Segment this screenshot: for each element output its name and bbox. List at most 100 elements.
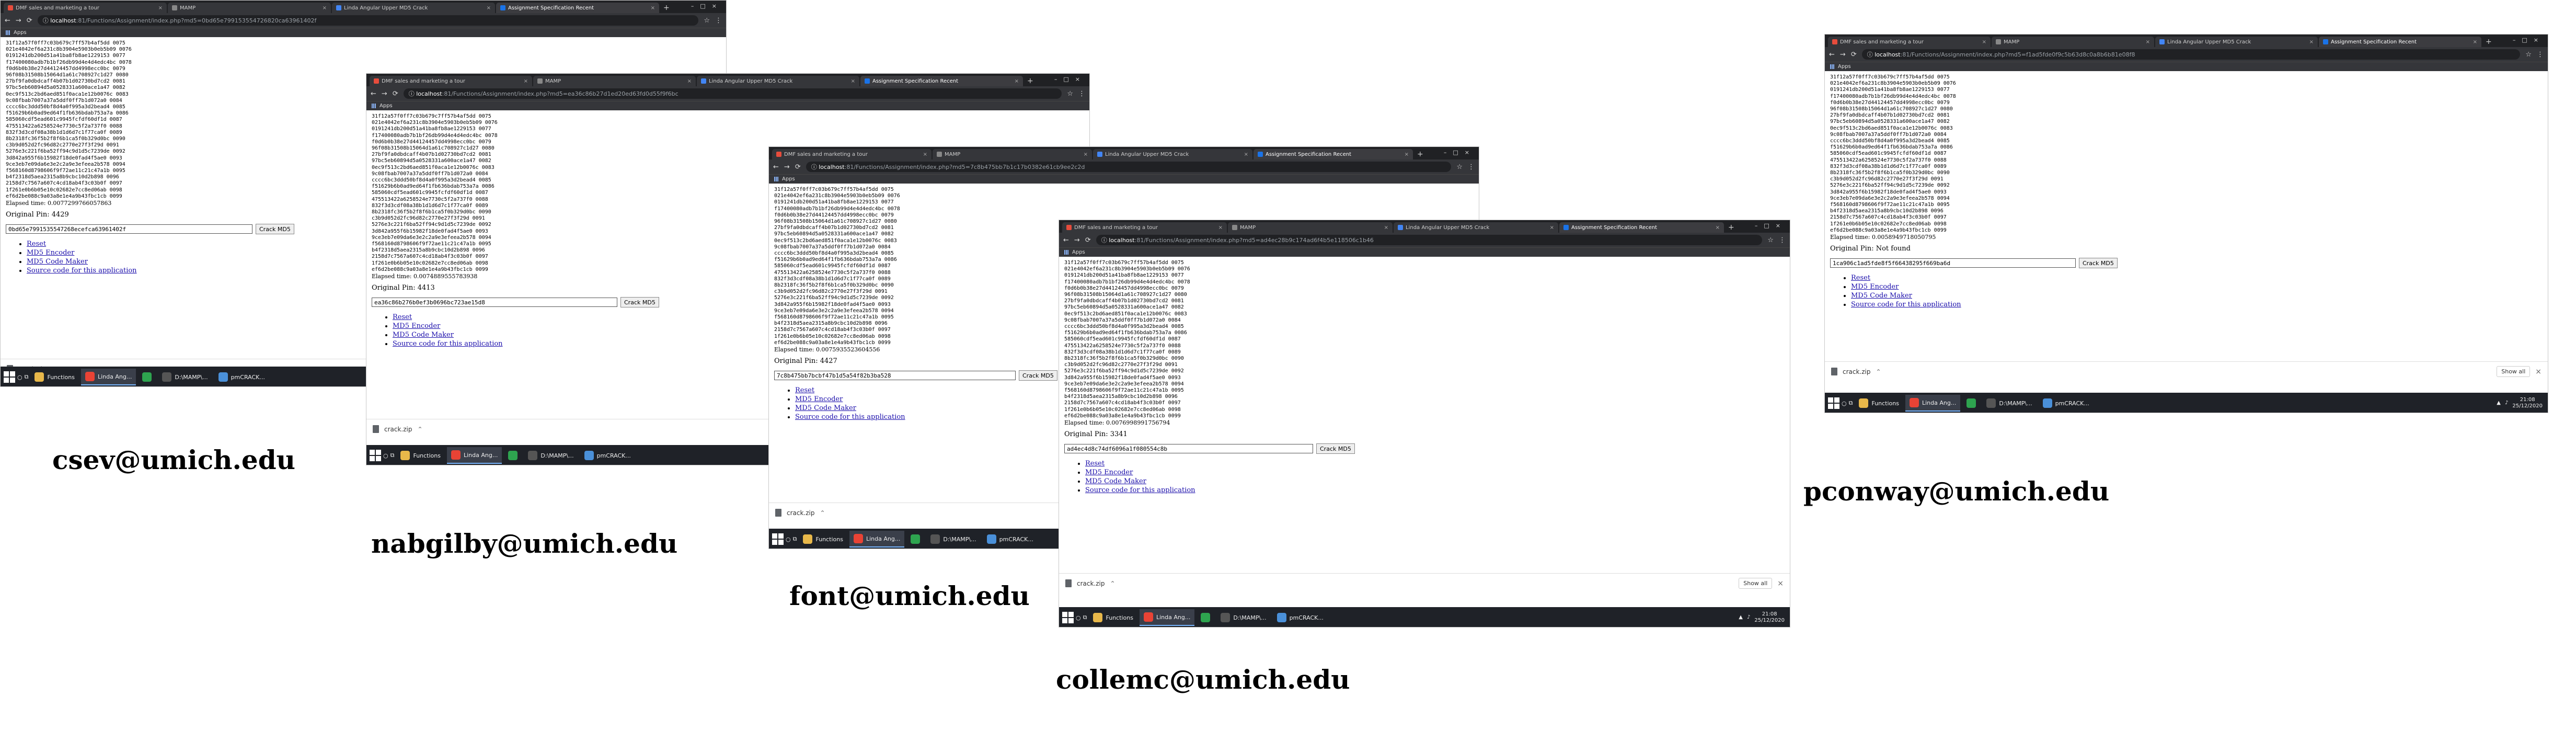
forward-icon[interactable]: → bbox=[1840, 51, 1846, 59]
crack-md5-button[interactable]: Crack MD5 bbox=[2079, 258, 2118, 269]
search-icon[interactable]: ○ bbox=[17, 374, 22, 381]
source-code-link[interactable]: Source code for this application bbox=[1085, 486, 1195, 494]
taskbar-item[interactable]: Functions bbox=[799, 531, 847, 547]
close-tab-icon[interactable]: × bbox=[684, 78, 692, 84]
md5-input[interactable] bbox=[6, 224, 252, 234]
taskbar-item[interactable]: Functions bbox=[1855, 395, 1903, 412]
window-controls-icon[interactable]: –□× bbox=[1054, 76, 1086, 83]
windows-start-icon[interactable] bbox=[772, 533, 784, 545]
taskbar-item[interactable]: D:\MAMP\... bbox=[1982, 395, 2036, 412]
md5-encoder-link[interactable]: MD5 Encoder bbox=[795, 395, 843, 403]
download-filename[interactable]: crack.zip bbox=[1843, 368, 1871, 375]
close-tab-icon[interactable]: × bbox=[1241, 152, 1248, 157]
reset-link[interactable]: Reset bbox=[1085, 460, 1105, 467]
taskbar-item[interactable] bbox=[906, 531, 924, 547]
close-tab-icon[interactable]: × bbox=[1712, 225, 1720, 231]
crack-md5-button[interactable]: Crack MD5 bbox=[256, 224, 294, 235]
taskbar-item[interactable]: pmCRACK... bbox=[2039, 395, 2094, 412]
close-tab-icon[interactable]: × bbox=[319, 5, 327, 11]
back-icon[interactable]: ← bbox=[371, 90, 376, 98]
browser-tab[interactable]: DMF sales and marketing a tour × bbox=[772, 149, 932, 159]
taskbar-item[interactable]: pmCRACK... bbox=[580, 447, 635, 464]
md5-code-maker-link[interactable]: MD5 Code Maker bbox=[1851, 292, 1912, 300]
forward-icon[interactable]: → bbox=[382, 90, 387, 98]
windows-start-icon[interactable] bbox=[4, 371, 15, 383]
crack-md5-button[interactable]: Crack MD5 bbox=[1019, 370, 1057, 381]
task-view-icon[interactable]: ⧉ bbox=[25, 373, 29, 381]
close-tab-icon[interactable]: × bbox=[2143, 39, 2150, 45]
search-icon[interactable]: ○ bbox=[1076, 614, 1081, 621]
show-all-button[interactable]: Show all bbox=[2497, 366, 2531, 377]
windows-start-icon[interactable] bbox=[1828, 397, 1839, 409]
md5-code-maker-link[interactable]: MD5 Code Maker bbox=[795, 404, 856, 412]
windows-start-icon[interactable] bbox=[370, 450, 381, 461]
reload-icon[interactable]: ⟳ bbox=[393, 90, 398, 98]
source-code-link[interactable]: Source code for this application bbox=[27, 267, 137, 275]
address-bar[interactable]: ⓘ localhost:81/Functions/Assignment/inde… bbox=[1096, 235, 1763, 245]
md5-encoder-link[interactable]: MD5 Encoder bbox=[1851, 283, 1899, 291]
taskbar-item[interactable]: Functions bbox=[1089, 609, 1137, 626]
close-tab-icon[interactable]: × bbox=[155, 5, 163, 11]
taskbar-item-active[interactable]: Linda Ang... bbox=[849, 531, 905, 547]
browser-tab-active[interactable]: Assignment Specification Recent × bbox=[2319, 37, 2481, 47]
new-tab-icon[interactable]: + bbox=[1725, 223, 1738, 233]
star-icon[interactable]: ☆ bbox=[1767, 236, 1774, 244]
forward-icon[interactable]: → bbox=[1074, 236, 1080, 244]
star-icon[interactable]: ☆ bbox=[1456, 163, 1463, 171]
forward-icon[interactable]: → bbox=[16, 17, 21, 25]
search-icon[interactable]: ○ bbox=[1842, 400, 1847, 407]
md5-input[interactable] bbox=[1830, 258, 2076, 268]
reload-icon[interactable]: ⟳ bbox=[1851, 51, 1857, 59]
browser-tab[interactable]: DMF sales and marketing a tour × bbox=[1828, 37, 1991, 47]
taskbar-item[interactable] bbox=[1197, 609, 1214, 626]
close-tab-icon[interactable]: × bbox=[1011, 78, 1019, 84]
browser-tab[interactable]: MAMP × bbox=[168, 3, 331, 13]
browser-tab[interactable]: DMF sales and marketing a tour × bbox=[4, 3, 167, 13]
menu-icon[interactable]: ⋮ bbox=[1468, 163, 1475, 171]
reset-link[interactable]: Reset bbox=[27, 240, 46, 248]
md5-code-maker-link[interactable]: MD5 Code Maker bbox=[1085, 477, 1146, 485]
close-icon[interactable]: × bbox=[2535, 368, 2542, 376]
close-tab-icon[interactable]: × bbox=[1979, 39, 1986, 45]
window-controls-icon[interactable]: –□× bbox=[2513, 37, 2545, 43]
volume-icon[interactable]: ♪ bbox=[1747, 614, 1750, 621]
window-controls-icon[interactable]: –□× bbox=[1755, 222, 1787, 229]
back-icon[interactable]: ← bbox=[1063, 236, 1069, 244]
new-tab-icon[interactable]: + bbox=[2482, 38, 2495, 47]
address-bar[interactable]: ⓘ localhost:81/Functions/Assignment/inde… bbox=[806, 162, 1452, 172]
star-icon[interactable]: ☆ bbox=[2525, 51, 2532, 59]
taskbar-item[interactable]: Functions bbox=[396, 447, 445, 464]
star-icon[interactable]: ☆ bbox=[1067, 90, 1073, 98]
apps-label[interactable]: Apps bbox=[782, 176, 795, 182]
md5-input[interactable] bbox=[372, 298, 617, 307]
close-tab-icon[interactable]: × bbox=[2470, 39, 2477, 45]
back-icon[interactable]: ← bbox=[5, 17, 10, 25]
taskbar-item[interactable]: pmCRACK... bbox=[1273, 609, 1328, 626]
close-tab-icon[interactable]: × bbox=[484, 5, 491, 11]
reset-link[interactable]: Reset bbox=[1851, 274, 1870, 282]
reset-link[interactable]: Reset bbox=[393, 313, 412, 321]
apps-label[interactable]: Apps bbox=[1072, 249, 1085, 255]
task-view-icon[interactable]: ⧉ bbox=[793, 535, 797, 543]
close-tab-icon[interactable]: × bbox=[848, 78, 855, 84]
address-bar[interactable]: ⓘ localhost:81/Functions/Assignment/inde… bbox=[403, 88, 1062, 99]
crack-md5-button[interactable]: Crack MD5 bbox=[620, 297, 659, 308]
chevron-up-icon[interactable]: ⌃ bbox=[1876, 368, 1881, 375]
chevron-up-icon[interactable]: ⌃ bbox=[418, 426, 423, 433]
back-icon[interactable]: ← bbox=[1829, 51, 1835, 59]
clock[interactable]: 21:0825/12/2020 bbox=[1754, 611, 1785, 624]
network-icon[interactable]: ▲ bbox=[2497, 400, 2501, 406]
task-view-icon[interactable]: ⧉ bbox=[390, 452, 395, 459]
browser-tab-active[interactable]: Assignment Specification Recent × bbox=[1254, 149, 1413, 159]
browser-tab[interactable]: MAMP × bbox=[933, 149, 1092, 159]
browser-tab[interactable]: Linda Angular Upper MD5 Crack × bbox=[332, 3, 495, 13]
windows-start-icon[interactable] bbox=[1062, 612, 1074, 623]
browser-tab[interactable]: DMF sales and marketing a tour × bbox=[1062, 222, 1227, 233]
taskbar-item[interactable]: D:\MAMP\... bbox=[524, 447, 578, 464]
taskbar-item[interactable] bbox=[138, 369, 156, 385]
close-tab-icon[interactable]: × bbox=[1215, 225, 1223, 231]
menu-icon[interactable]: ⋮ bbox=[1779, 236, 1786, 244]
apps-label[interactable]: Apps bbox=[380, 103, 393, 109]
volume-icon[interactable]: ♪ bbox=[2505, 400, 2508, 406]
source-code-link[interactable]: Source code for this application bbox=[795, 413, 905, 421]
